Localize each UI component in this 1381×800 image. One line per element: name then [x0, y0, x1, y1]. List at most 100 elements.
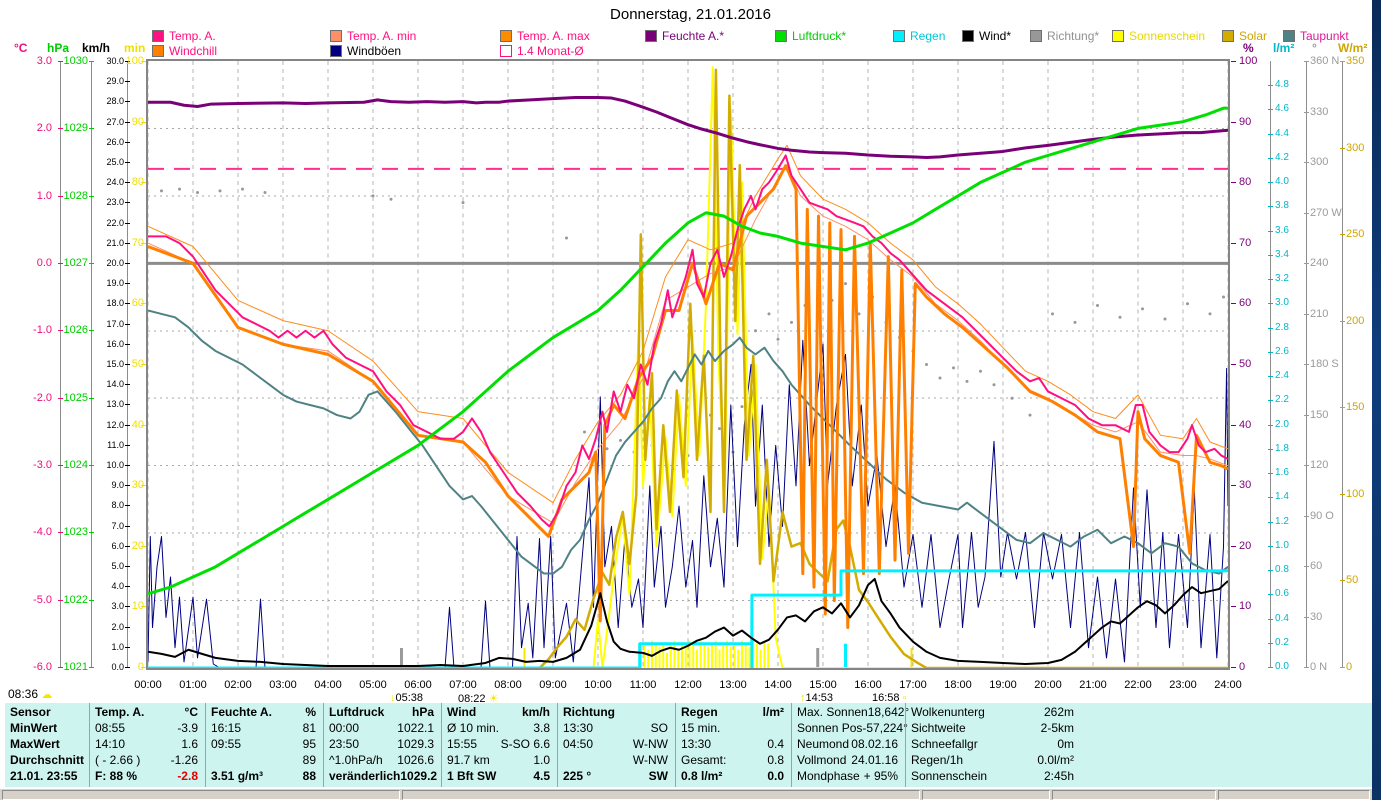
- status-segment-1: [402, 790, 920, 800]
- tick-mark-lm2: [1268, 521, 1273, 523]
- tick-label-kmh: 19.0: [106, 278, 124, 289]
- tick-label-dir: 120: [1310, 459, 1329, 471]
- table-row: Neumond 08.02.16: [797, 737, 905, 753]
- tick-label-kmh: 27.0: [106, 116, 124, 127]
- table-row: 08:55 -3.9: [95, 721, 205, 737]
- tick-mark-lm2: [1268, 182, 1273, 184]
- axis-unit-: %: [1243, 41, 1254, 55]
- tick-label-dir: 270 W: [1310, 206, 1342, 219]
- cell-label: Temp. A.: [95, 705, 145, 719]
- tick-label-kmh: 24.0: [106, 177, 124, 188]
- legend-swatch-icon: [1030, 30, 1042, 42]
- cell-value: [668, 705, 675, 721]
- tick-mark-pct: [1231, 424, 1236, 426]
- tick-mark-lm2: [1268, 109, 1273, 111]
- tick-label-dir: 150: [1310, 408, 1329, 421]
- tick-label-pct: 90: [1239, 115, 1252, 128]
- x-tick-label: 06:00: [404, 679, 432, 691]
- cell-label: ^1.0hPa/h: [329, 753, 383, 767]
- sensor-summary-table: Sensor MinWert MaxWert Durchschnitt 21.01. 2…: [5, 703, 1372, 787]
- cell-value: 24.01.16: [851, 753, 898, 767]
- tick-label-lm2: 0.4: [1275, 612, 1289, 624]
- legend-item-luftdruck-: Luftdruck*: [775, 29, 846, 43]
- tick-mark-lm2: [1268, 642, 1273, 644]
- tick-label-lm2: 1.0: [1275, 539, 1289, 551]
- tick-label-pct: 30: [1239, 479, 1252, 492]
- cell-value: S-SO 6.6: [500, 737, 550, 751]
- legend-swatch-icon: [152, 45, 164, 57]
- tick-label-degC: -2.0: [33, 391, 52, 404]
- tick-mark-kmh: [125, 586, 130, 588]
- cell-label: Luftdruck: [329, 705, 385, 719]
- tick-mark-lm2: [1268, 424, 1273, 426]
- tick-label-degC: 2.0: [36, 122, 52, 135]
- cell-value: 3.8: [533, 721, 550, 735]
- table-row: Mondphase + 95%: [797, 769, 905, 785]
- x-tick-label: 03:00: [269, 679, 297, 691]
- table-row: Sichtweite 2-5km: [911, 721, 1081, 737]
- tick-mark-hPa: [89, 128, 94, 130]
- tick-mark-lm2: [1268, 667, 1273, 668]
- tick-label-lm2: 1.8: [1275, 442, 1289, 454]
- tick-mark-kmh: [125, 101, 130, 103]
- cell-label: 3.51 g/m³: [211, 769, 264, 783]
- legend-label: Windchill: [169, 44, 218, 58]
- tick-label-lm2: 2.6: [1275, 345, 1289, 357]
- direction-dot: [1096, 303, 1099, 307]
- direction-dot: [619, 438, 622, 442]
- table-row: W-NW: [563, 753, 675, 769]
- tick-label-lm2: 3.6: [1275, 224, 1289, 236]
- table-row: Gesamt: 0.8: [681, 753, 791, 769]
- tick-label-lm2: 4.6: [1275, 103, 1289, 115]
- tick-mark-dir: [1304, 162, 1309, 163]
- legend-swatch-icon: [152, 30, 164, 42]
- tick-label-lm2: 1.6: [1275, 467, 1289, 479]
- cell-label: veränderlich: [329, 769, 401, 783]
- legend-item-wind-: Wind*: [962, 29, 1011, 43]
- tick-mark-kmh: [125, 525, 130, 527]
- tick-mark-lm2: [1268, 545, 1273, 547]
- cell-label: Ø 10 min.: [447, 721, 500, 735]
- tick-label-wm2: 350: [1346, 55, 1365, 67]
- tick-label-dir: 240: [1310, 257, 1329, 269]
- table-row: Temp. A. °C: [95, 705, 205, 721]
- tick-label-kmh: 4.0: [111, 581, 124, 592]
- x-tick-label: 07:00: [449, 679, 477, 691]
- table-row: 15:55 S-SO 6.6: [447, 737, 557, 753]
- tick-label-pct: 100: [1239, 55, 1258, 67]
- tick-mark-lm2: [1268, 230, 1273, 232]
- cell-label: Sonnenschein: [911, 769, 988, 783]
- cell-label: 15 min.: [681, 721, 721, 735]
- table-column-7: Max. Sonnen 18,642° Sonnen Pos -57,224° Neum…: [791, 703, 909, 787]
- table-row: 0.8 l/m² 0.0: [681, 769, 791, 785]
- legend-swatch-icon: [500, 45, 512, 57]
- legend-label: Regen: [910, 29, 946, 43]
- tick-mark-wm2: [1340, 147, 1345, 149]
- cell-value: SW: [648, 769, 668, 783]
- tick-label-kmh: 12.0: [106, 419, 124, 430]
- cell-value: 1.0: [533, 753, 550, 767]
- axis-unit-kmh: km/h: [82, 41, 111, 55]
- page-title: Donnerstag, 21.01.2016: [610, 6, 771, 23]
- tick-mark-pct: [1231, 606, 1236, 608]
- tick-label-degC: -1.0: [33, 324, 52, 337]
- table-column-1: Temp. A. °C 08:55 -3.9 14:10 1.6 ( - 2.66 ) -1.…: [89, 703, 205, 787]
- tick-label-wm2: 300: [1346, 141, 1365, 154]
- cell-value: 0.0: [767, 769, 784, 783]
- table-row: veränderlich 1029.2: [329, 769, 441, 785]
- tick-mark-kmh: [125, 566, 130, 567]
- tick-label-lm2: 2.4: [1275, 370, 1289, 382]
- cell-value: + 95%: [863, 769, 898, 783]
- table-row: 00:00 1022.1: [329, 721, 441, 737]
- legend-swatch-icon: [1222, 30, 1234, 42]
- cell-label: Wolkenunterg: [911, 705, 985, 719]
- legend-item-windchill: Windchill: [152, 44, 217, 58]
- twilight-time: 08:36: [8, 687, 39, 701]
- table-column-3: Luftdruck hPa 00:00 1022.1 23:50 1029.3 ^1.0hP…: [323, 703, 441, 787]
- direction-dot: [844, 282, 847, 286]
- legend-swatch-icon: [893, 30, 905, 42]
- cell-label: Vollmond: [797, 753, 847, 767]
- x-tick-label: 08:00: [494, 679, 522, 691]
- direction-dot: [178, 187, 181, 191]
- cell-label: Mondphase: [797, 769, 860, 783]
